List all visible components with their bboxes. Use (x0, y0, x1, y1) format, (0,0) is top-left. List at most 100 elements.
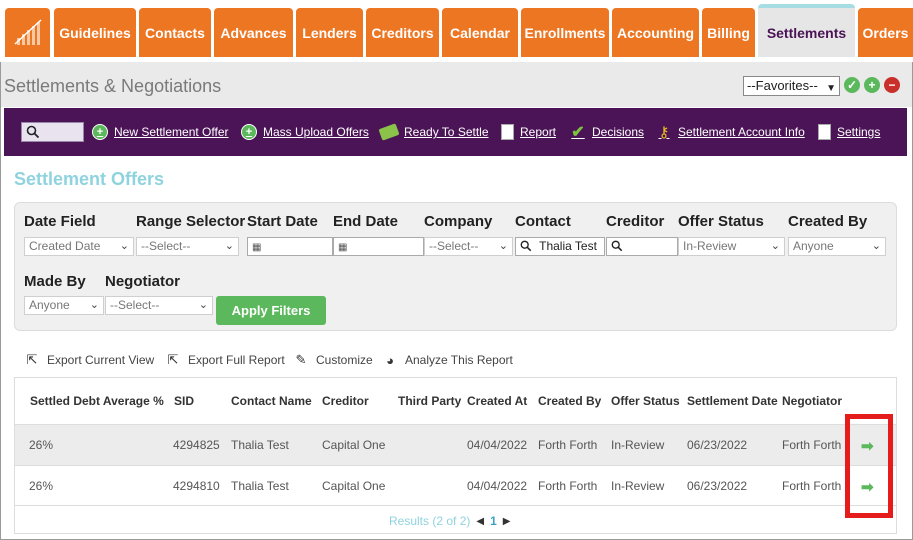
column-header[interactable]: SID (174, 394, 194, 408)
tab-creditors[interactable]: Creditors (366, 8, 439, 57)
chevron-down-icon: ⌄ (198, 299, 208, 311)
search-icon (520, 240, 532, 252)
tab-guidelines[interactable]: Guidelines (54, 8, 136, 57)
contact-search-input[interactable]: Thalia Test (515, 237, 605, 256)
check-icon: ✓ (846, 78, 858, 92)
apply-filters-button[interactable]: Apply Filters (216, 296, 326, 325)
table-cell: Thalia Test (231, 479, 289, 493)
table-cell: Forth Forth (538, 479, 598, 493)
chevron-down-icon: ⌄ (498, 240, 508, 252)
confirm-favorite-button[interactable]: ✓ (844, 77, 860, 93)
column-header[interactable]: Negotiator (782, 394, 842, 408)
column-header[interactable]: Third Party (398, 394, 461, 408)
range-selector-value: --Select-- (141, 239, 191, 253)
column-header[interactable]: Created At (467, 394, 527, 408)
tab-lenders[interactable]: Lenders (296, 8, 363, 57)
contact-value: Thalia Test (539, 239, 597, 253)
filters-panel: Date Field Created Date ⌄ Range Selector… (14, 202, 897, 331)
column-header[interactable]: Settlement Date (687, 394, 778, 408)
table-cell: 06/23/2022 (687, 479, 748, 493)
minus-icon: − (888, 78, 896, 92)
analyze-report-label: Analyze This Report (405, 353, 513, 367)
date-field-value: Created Date (29, 239, 101, 253)
mass-upload-offers-link[interactable]: + Mass Upload Offers (241, 123, 369, 141)
open-offer-arrow-icon[interactable]: ➡ (861, 478, 874, 496)
search-icon (26, 125, 40, 139)
favorites-select-value: --Favorites-- (747, 78, 818, 93)
edit-icon: ✎ (295, 352, 307, 367)
analyze-report-link[interactable]: ◕ Analyze This Report (382, 353, 513, 368)
export-full-report-link[interactable]: ⇱ Export Full Report (165, 352, 285, 367)
export-icon: ⇱ (167, 352, 179, 367)
section-title: Settlement Offers (14, 169, 165, 189)
table-row[interactable]: 26% 4294825 Thalia Test Capital One 04/0… (15, 424, 896, 465)
table-row[interactable]: 26% 4294810 Thalia Test Capital One 04/0… (15, 465, 896, 506)
creditor-label: Creditor (606, 213, 665, 230)
export-current-view-link[interactable]: ⇱ Export Current View (24, 352, 155, 367)
chevron-down-icon: ⌄ (119, 240, 129, 252)
table-cell: 26% (29, 438, 54, 452)
tab-advances[interactable]: Advances (214, 8, 293, 57)
table-cell: 4294825 (173, 438, 220, 452)
customize-link[interactable]: ✎ Customize (293, 352, 373, 367)
tab-orders[interactable]: Orders (858, 8, 913, 57)
date-field-select[interactable]: Created Date ⌄ (24, 237, 134, 256)
previous-page-icon[interactable]: ◀ (476, 516, 484, 527)
customize-label: Customize (316, 353, 373, 367)
end-date-input[interactable]: ▦ (333, 237, 424, 256)
open-offer-arrow-icon[interactable]: ➡ (861, 437, 874, 455)
tab-calendar[interactable]: Calendar (442, 8, 518, 57)
made-by-select[interactable]: Anyone ⌄ (24, 296, 104, 315)
page-number[interactable]: 1 (490, 514, 497, 528)
check-icon: ✔ (571, 124, 585, 141)
next-page-icon[interactable]: ▶ (503, 516, 511, 527)
table-cell: 26% (29, 479, 54, 493)
tab-accounting[interactable]: Accounting (612, 8, 699, 57)
offer-status-value: In-Review (683, 239, 737, 253)
column-header[interactable]: Settled Debt Average % (30, 394, 164, 408)
export-current-view-label: Export Current View (47, 353, 155, 367)
tab-billing[interactable]: Billing (702, 8, 755, 57)
add-favorite-button[interactable]: + (864, 77, 880, 93)
range-selector-select[interactable]: --Select-- ⌄ (136, 237, 239, 256)
settlements-toolbar: + New Settlement Offer + Mass Upload Off… (4, 108, 907, 156)
report-link[interactable]: Report (501, 123, 556, 141)
table-cell: Forth Forth (782, 438, 842, 452)
tab-settlements[interactable]: Settlements (758, 4, 855, 57)
settings-link[interactable]: Settings (818, 123, 880, 141)
column-header[interactable]: Creditor (322, 394, 369, 408)
ready-to-settle-link[interactable]: Ready To Settle (378, 123, 489, 141)
created-by-value: Anyone (793, 239, 834, 253)
table-cell: 4294810 (173, 479, 220, 493)
table-cell: Thalia Test (231, 438, 289, 452)
plus-circle-icon: + (92, 124, 108, 140)
home-logo-tab[interactable] (5, 8, 50, 57)
calendar-icon: ▦ (338, 242, 348, 253)
creditor-search-input[interactable] (606, 237, 678, 256)
logo-icon (13, 18, 42, 45)
toolbar-search-input[interactable] (21, 122, 84, 142)
offer-status-select[interactable]: In-Review ⌄ (678, 237, 785, 256)
tab-enrollments[interactable]: Enrollments (521, 8, 609, 57)
created-by-select[interactable]: Anyone ⌄ (788, 237, 886, 256)
favorites-select[interactable]: --Favorites-- ▼ (743, 76, 840, 96)
table-cell: 06/23/2022 (687, 438, 748, 452)
table-cell: Forth Forth (782, 479, 842, 493)
column-header[interactable]: Offer Status (611, 394, 680, 408)
decisions-link[interactable]: ✔ Decisions (570, 123, 644, 141)
remove-favorite-button[interactable]: − (884, 77, 900, 93)
company-label: Company (424, 213, 493, 230)
new-settlement-offer-link[interactable]: + New Settlement Offer (92, 123, 229, 141)
settlement-account-info-label: Settlement Account Info (678, 125, 805, 139)
start-date-input[interactable]: ▦ (247, 237, 333, 256)
settlement-account-info-link[interactable]: ⚷ Settlement Account Info (656, 123, 805, 141)
chevron-down-icon: ▼ (826, 83, 836, 94)
table-cell: Capital One (322, 479, 386, 493)
negotiator-select[interactable]: --Select-- ⌄ (105, 296, 213, 315)
decisions-label: Decisions (592, 125, 645, 139)
document-icon (501, 124, 514, 140)
company-select[interactable]: --Select-- ⌄ (424, 237, 513, 256)
column-header[interactable]: Contact Name (231, 394, 312, 408)
tab-contacts[interactable]: Contacts (139, 8, 211, 57)
column-header[interactable]: Created By (538, 394, 601, 408)
